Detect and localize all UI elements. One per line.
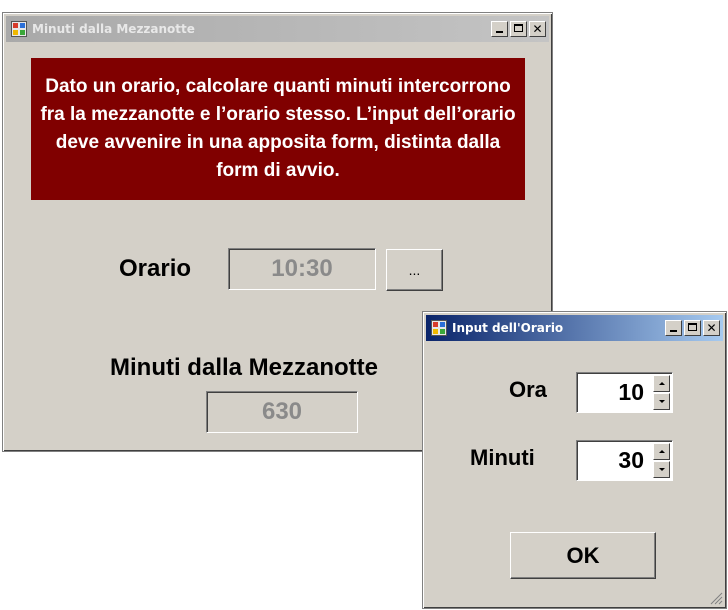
spin-up-icon[interactable] <box>653 375 670 392</box>
description-banner: Dato un orario, calcolare quanti minuti … <box>31 58 525 200</box>
spin-up-icon[interactable] <box>653 443 670 460</box>
minuti-result-field[interactable]: 630 <box>206 391 358 433</box>
browse-button[interactable]: ... <box>386 249 443 291</box>
orario-field[interactable]: 10:30 <box>228 248 376 290</box>
spin-down-icon[interactable] <box>653 393 670 410</box>
ora-stepper[interactable]: 10 <box>576 372 673 413</box>
main-window-title: Minuti dalla Mezzanotte <box>32 22 195 36</box>
ok-button[interactable]: OK <box>510 532 656 579</box>
minimize-icon[interactable] <box>491 21 508 37</box>
size-grip-icon[interactable] <box>709 591 723 605</box>
maximize-icon[interactable] <box>684 320 701 336</box>
minimize-icon[interactable] <box>665 320 682 336</box>
orario-label: Orario <box>119 255 192 282</box>
main-titlebar[interactable]: Minuti dalla Mezzanotte ✕ <box>6 16 549 42</box>
spin-down-icon[interactable] <box>653 461 670 478</box>
dialog-title: Input dell'Orario <box>452 321 564 335</box>
ora-label: Ora <box>509 377 547 402</box>
minuti-stepper[interactable]: 30 <box>576 440 673 481</box>
dialog-titlebar[interactable]: Input dell'Orario ✕ <box>426 315 723 341</box>
minuti-label: Minuti <box>470 445 535 470</box>
maximize-icon[interactable] <box>510 21 527 37</box>
close-icon[interactable]: ✕ <box>703 320 720 336</box>
input-dialog: Input dell'Orario ✕ Ora 10 Minuti 30 OK <box>422 311 727 609</box>
app-icon <box>431 320 447 336</box>
ora-value[interactable]: 10 <box>618 373 644 412</box>
close-icon[interactable]: ✕ <box>529 21 546 37</box>
minuti-value[interactable]: 30 <box>618 441 644 480</box>
app-icon <box>11 21 27 37</box>
minuti-mezzanotte-label: Minuti dalla Mezzanotte <box>110 354 379 381</box>
